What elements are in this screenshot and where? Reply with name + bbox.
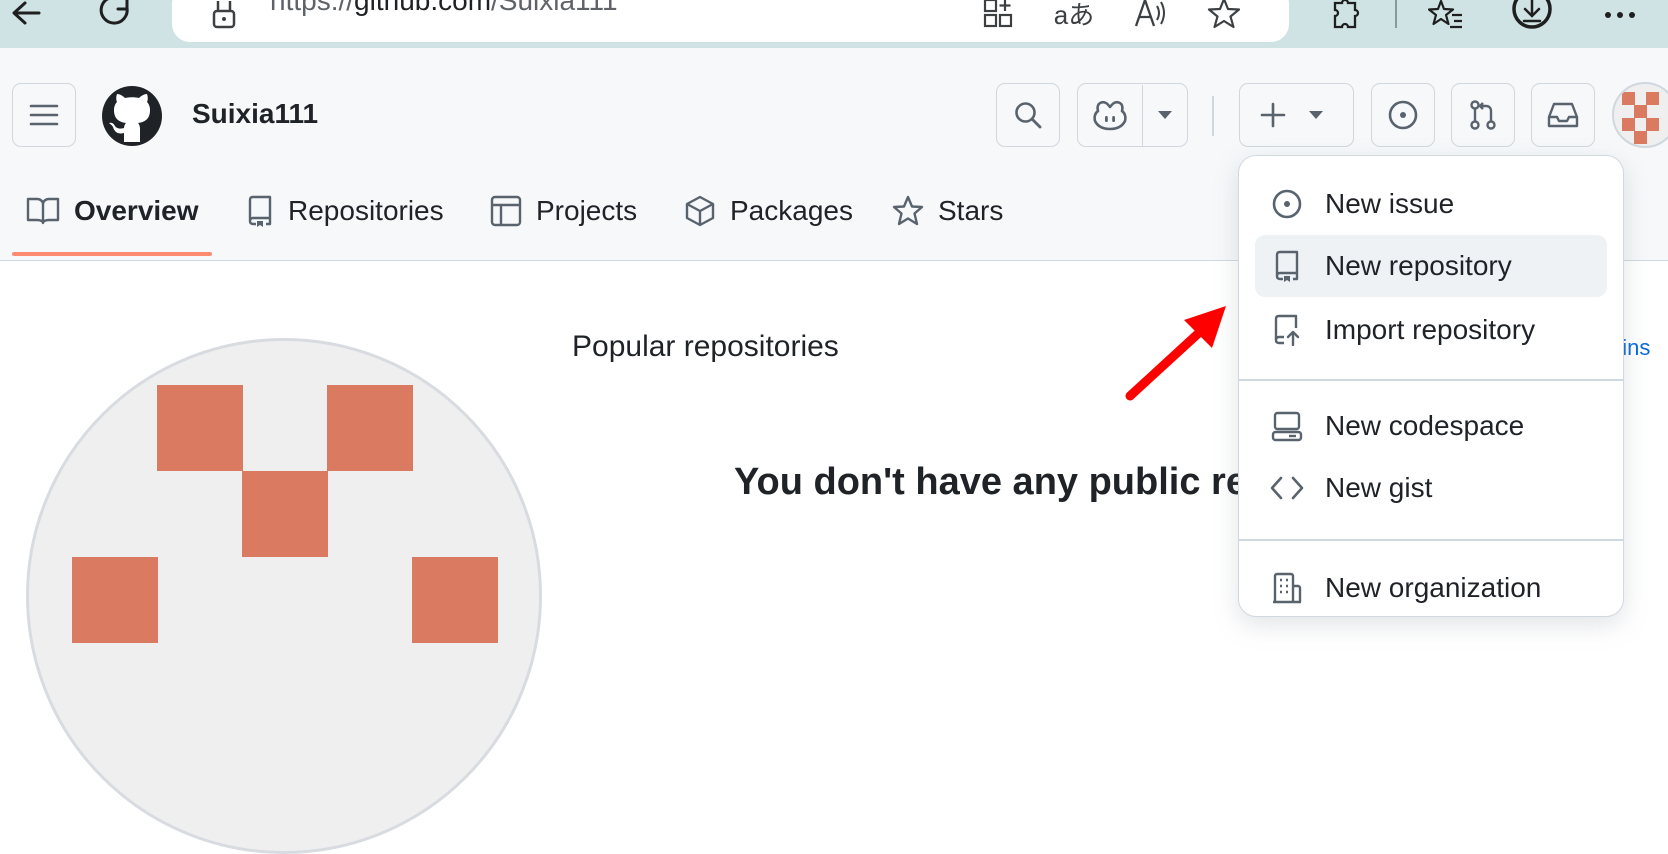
inbox-icon [1547,102,1579,128]
menu-item-label: New codespace [1325,410,1525,441]
lock-icon[interactable] [202,0,246,30]
downloads-icon[interactable] [1510,0,1554,30]
menu-item-label: Import repository [1325,314,1536,345]
menu-item-new-gist[interactable]: New gist [1255,457,1607,519]
tab-repositories-label: Repositories [288,195,444,226]
menu-item-label: New issue [1325,188,1455,219]
codespaces-icon [1271,411,1303,442]
search-icon [1015,102,1042,129]
more-options-icon[interactable] [1598,0,1642,30]
toolbar-divider [1395,0,1397,28]
tab-stars-label: Stars [938,195,1004,226]
triangle-down-icon [1309,111,1323,119]
repo-push-icon [1274,314,1300,346]
menu-item-new-repository[interactable]: New repository [1255,235,1607,297]
translate-icon[interactable]: aあ [1052,0,1096,30]
copilot-dropdown-button[interactable] [1143,85,1187,146]
copilot-icon [1093,100,1127,131]
package-icon [685,195,715,227]
address-bar[interactable]: https://github.com/Suixia111 aあ [172,0,1289,42]
url-path: /Suixia111 [491,0,618,16]
app-available-icon[interactable] [976,0,1020,28]
tab-stars[interactable]: Stars [892,186,1003,236]
tab-repositories[interactable]: Repositories [246,186,444,236]
search-button[interactable] [996,83,1060,147]
tab-packages-label: Packages [730,195,853,226]
triangle-down-icon [1158,111,1172,119]
copilot-button-group [1077,83,1188,147]
extensions-icon[interactable] [1324,0,1368,30]
back-icon[interactable] [4,0,48,30]
star-icon [892,195,924,226]
code-icon [1270,476,1304,500]
issue-opened-icon [1272,189,1302,219]
browser-toolbar: https://github.com/Suixia111 aあ [0,0,1668,48]
issue-opened-icon [1388,100,1418,130]
issues-button[interactable] [1371,83,1435,147]
favorite-star-icon[interactable] [1202,0,1246,29]
organization-icon [1273,572,1302,604]
header-divider [1212,96,1214,136]
repo-icon [248,195,272,227]
tab-overview[interactable]: Overview [26,186,199,236]
menu-item-label: New organization [1325,572,1542,603]
copilot-button[interactable] [1078,84,1143,146]
book-icon [26,197,60,225]
plus-icon [1260,102,1286,128]
menu-item-new-issue[interactable]: New issue [1255,173,1607,235]
hamburger-icon [29,104,59,126]
empty-repositories-message: You don't have any public re [734,461,1247,503]
tab-packages[interactable]: Packages [684,186,853,236]
active-tab-indicator [12,252,212,256]
inbox-button[interactable] [1531,83,1595,147]
repo-icon [1275,250,1299,282]
menu-divider [1239,539,1623,541]
menu-item-label: New repository [1325,250,1512,281]
annotation-arrow [1125,306,1226,401]
menu-item-new-organization[interactable]: New organization [1255,557,1607,619]
profile-username[interactable]: Suixia111 [192,98,318,130]
menu-item-new-codespace[interactable]: New codespace [1255,395,1607,457]
menu-divider [1239,379,1623,381]
tab-overview-label: Overview [74,195,199,226]
menu-button[interactable] [12,83,76,147]
refresh-icon[interactable] [94,0,138,30]
create-new-button[interactable] [1239,83,1354,147]
url-scheme: https:// [270,0,355,16]
url-domain: github.com [354,0,492,16]
favorites-icon[interactable] [1424,0,1468,30]
git-pull-request-icon [1470,100,1496,130]
tab-projects[interactable]: Projects [490,186,637,236]
profile-avatar[interactable] [26,338,542,854]
create-new-menu: New issue New repository Import reposito… [1238,155,1624,617]
menu-item-label: New gist [1325,472,1433,503]
pull-requests-button[interactable] [1451,83,1515,147]
tab-projects-label: Projects [536,195,638,226]
popular-repositories-heading: Popular repositories [572,330,839,363]
table-icon [490,195,522,227]
github-logo[interactable] [102,86,162,146]
menu-item-import-repository[interactable]: Import repository [1255,299,1607,361]
read-aloud-icon[interactable] [1128,0,1172,28]
url-text[interactable]: https://github.com/Suixia111 [270,0,618,16]
